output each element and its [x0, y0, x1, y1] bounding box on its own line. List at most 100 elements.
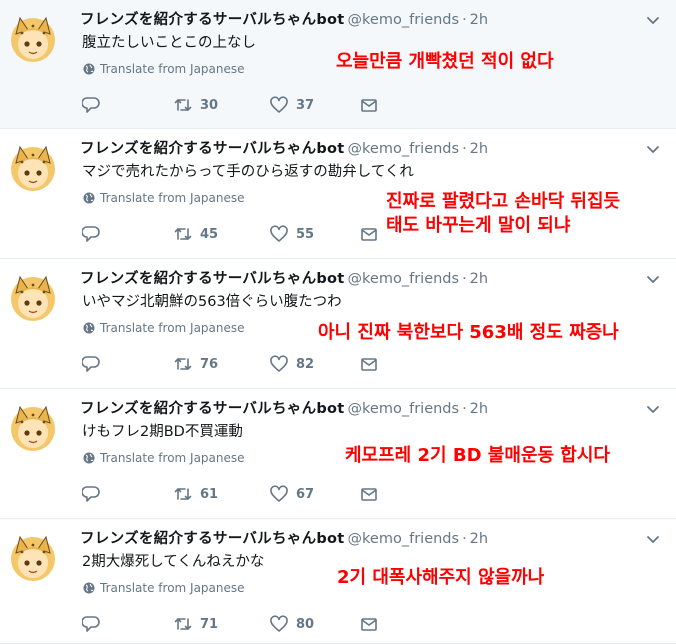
korean-overlay-line: 오늘만큼 개빡쳤던 적이 없다 [336, 51, 554, 72]
retweet-button[interactable]: 45 [174, 225, 218, 243]
envelope-icon [361, 99, 377, 112]
translate-link[interactable]: Translate from Japanese [83, 62, 245, 76]
timestamp[interactable]: 2h [470, 12, 488, 28]
tweet-header: フレンズを紹介するサーバルちゃんbot @kemo_friends · 2h [80, 269, 636, 289]
reply-icon [82, 356, 100, 372]
retweet-icon [174, 487, 192, 501]
tweet[interactable]: フレンズを紹介するサーバルちゃんbot @kemo_friends · 2h 腹立たし… [0, 0, 676, 129]
like-button[interactable]: 80 [270, 615, 314, 633]
like-count: 37 [296, 97, 315, 113]
reply-button[interactable] [82, 615, 100, 633]
tweet-actions: 61 67 [82, 485, 402, 505]
envelope-icon [361, 228, 377, 241]
retweet-count: 61 [200, 486, 219, 502]
reply-icon [82, 97, 100, 113]
translate-label[interactable]: Translate from Japanese [100, 581, 245, 595]
like-button[interactable]: 55 [270, 225, 314, 243]
globe-icon [83, 582, 95, 594]
timestamp[interactable]: 2h [470, 531, 488, 547]
direct-message-button[interactable] [360, 96, 378, 114]
like-button[interactable]: 37 [270, 96, 314, 114]
separator: · [462, 12, 467, 28]
reply-button[interactable] [82, 355, 100, 373]
translate-label[interactable]: Translate from Japanese [100, 62, 245, 76]
display-name[interactable]: フレンズを紹介するサーバルちゃんbot [80, 271, 345, 287]
retweet-button[interactable]: 76 [174, 355, 218, 373]
reply-button[interactable] [82, 485, 100, 503]
tweet[interactable]: フレンズを紹介するサーバルちゃんbot @kemo_friends · 2h 2期大爆… [0, 519, 676, 644]
globe-icon [83, 192, 95, 204]
retweet-button[interactable]: 71 [174, 615, 218, 633]
handle[interactable]: @kemo_friends [348, 12, 460, 28]
timestamp[interactable]: 2h [470, 271, 488, 287]
direct-message-button[interactable] [360, 225, 378, 243]
tweet-header: フレンズを紹介するサーバルちゃんbot @kemo_friends · 2h [80, 399, 636, 419]
display-name[interactable]: フレンズを紹介するサーバルちゃんbot [80, 531, 345, 547]
korean-overlay-caption: 2기 대폭사해주지 않을까나 [337, 566, 544, 590]
timestamp[interactable]: 2h [470, 141, 488, 157]
avatar[interactable] [8, 533, 58, 583]
chevron-down-icon[interactable] [646, 143, 660, 157]
tweet[interactable]: フレンズを紹介するサーバルちゃんbot @kemo_friends · 2h けもフレ… [0, 389, 676, 519]
like-button[interactable]: 67 [270, 485, 314, 503]
handle[interactable]: @kemo_friends [348, 141, 460, 157]
translate-label[interactable]: Translate from Japanese [100, 321, 245, 335]
avatar[interactable] [8, 403, 58, 453]
heart-icon [270, 615, 288, 632]
tweet-text: いやマジ北朝鮮の563倍ぐらい腹たつわ [82, 294, 342, 310]
chevron-down-icon[interactable] [646, 273, 660, 287]
globe-icon [83, 322, 95, 334]
korean-overlay-line: 케모프레 2기 BD 불매운동 합시다 [345, 445, 610, 466]
reply-button[interactable] [82, 225, 100, 243]
chevron-down-icon[interactable] [646, 14, 660, 28]
handle[interactable]: @kemo_friends [348, 271, 460, 287]
tweet-header: フレンズを紹介するサーバルちゃんbot @kemo_friends · 2h [80, 139, 636, 159]
handle[interactable]: @kemo_friends [348, 401, 460, 417]
korean-overlay-line: 2기 대폭사해주지 않을까나 [337, 567, 545, 588]
korean-overlay-line: 진짜로 팔렸다고 손바닥 뒤집듯 [386, 191, 621, 212]
direct-message-button[interactable] [360, 355, 378, 373]
heart-icon [270, 96, 288, 113]
like-button[interactable]: 82 [270, 355, 314, 373]
avatar[interactable] [8, 143, 58, 193]
retweet-icon [174, 98, 192, 112]
envelope-icon [361, 358, 377, 371]
globe-icon [83, 452, 95, 464]
display-name[interactable]: フレンズを紹介するサーバルちゃんbot [80, 401, 345, 417]
tweet-actions: 71 80 [82, 615, 402, 635]
reply-button[interactable] [82, 96, 100, 114]
translate-link[interactable]: Translate from Japanese [83, 581, 245, 595]
reply-icon [82, 486, 100, 502]
display-name[interactable]: フレンズを紹介するサーバルちゃんbot [80, 141, 345, 157]
avatar[interactable] [8, 273, 58, 323]
translate-label[interactable]: Translate from Japanese [100, 451, 245, 465]
avatar[interactable] [8, 14, 58, 64]
translate-link[interactable]: Translate from Japanese [83, 321, 245, 335]
translate-link[interactable]: Translate from Japanese [83, 451, 245, 465]
envelope-icon [361, 618, 377, 631]
retweet-count: 76 [200, 356, 219, 372]
retweet-button[interactable]: 30 [174, 96, 218, 114]
tweet[interactable]: フレンズを紹介するサーバルちゃんbot @kemo_friends · 2h いやマジ… [0, 259, 676, 389]
retweet-count: 30 [200, 97, 219, 113]
retweet-count: 45 [200, 226, 219, 242]
retweet-button[interactable]: 61 [174, 485, 218, 503]
translate-label[interactable]: Translate from Japanese [100, 191, 245, 205]
retweet-icon [174, 357, 192, 371]
tweet-header: フレンズを紹介するサーバルちゃんbot @kemo_friends · 2h [80, 529, 636, 549]
direct-message-button[interactable] [360, 485, 378, 503]
display-name[interactable]: フレンズを紹介するサーバルちゃんbot [80, 12, 345, 28]
direct-message-button[interactable] [360, 615, 378, 633]
chevron-down-icon[interactable] [646, 533, 660, 547]
tweet-text: 2期大爆死してくんねえかな [82, 554, 265, 570]
translate-link[interactable]: Translate from Japanese [83, 191, 245, 205]
korean-overlay-caption: 오늘만큼 개빡쳤던 적이 없다 [336, 50, 554, 74]
tweet[interactable]: フレンズを紹介するサーバルちゃんbot @kemo_friends · 2h マジで売… [0, 129, 676, 259]
timestamp[interactable]: 2h [470, 401, 488, 417]
handle[interactable]: @kemo_friends [348, 531, 460, 547]
heart-icon [270, 225, 288, 242]
retweet-icon [174, 617, 192, 631]
chevron-down-icon[interactable] [646, 403, 660, 417]
separator: · [462, 531, 467, 547]
tweet-actions: 76 82 [82, 355, 402, 375]
